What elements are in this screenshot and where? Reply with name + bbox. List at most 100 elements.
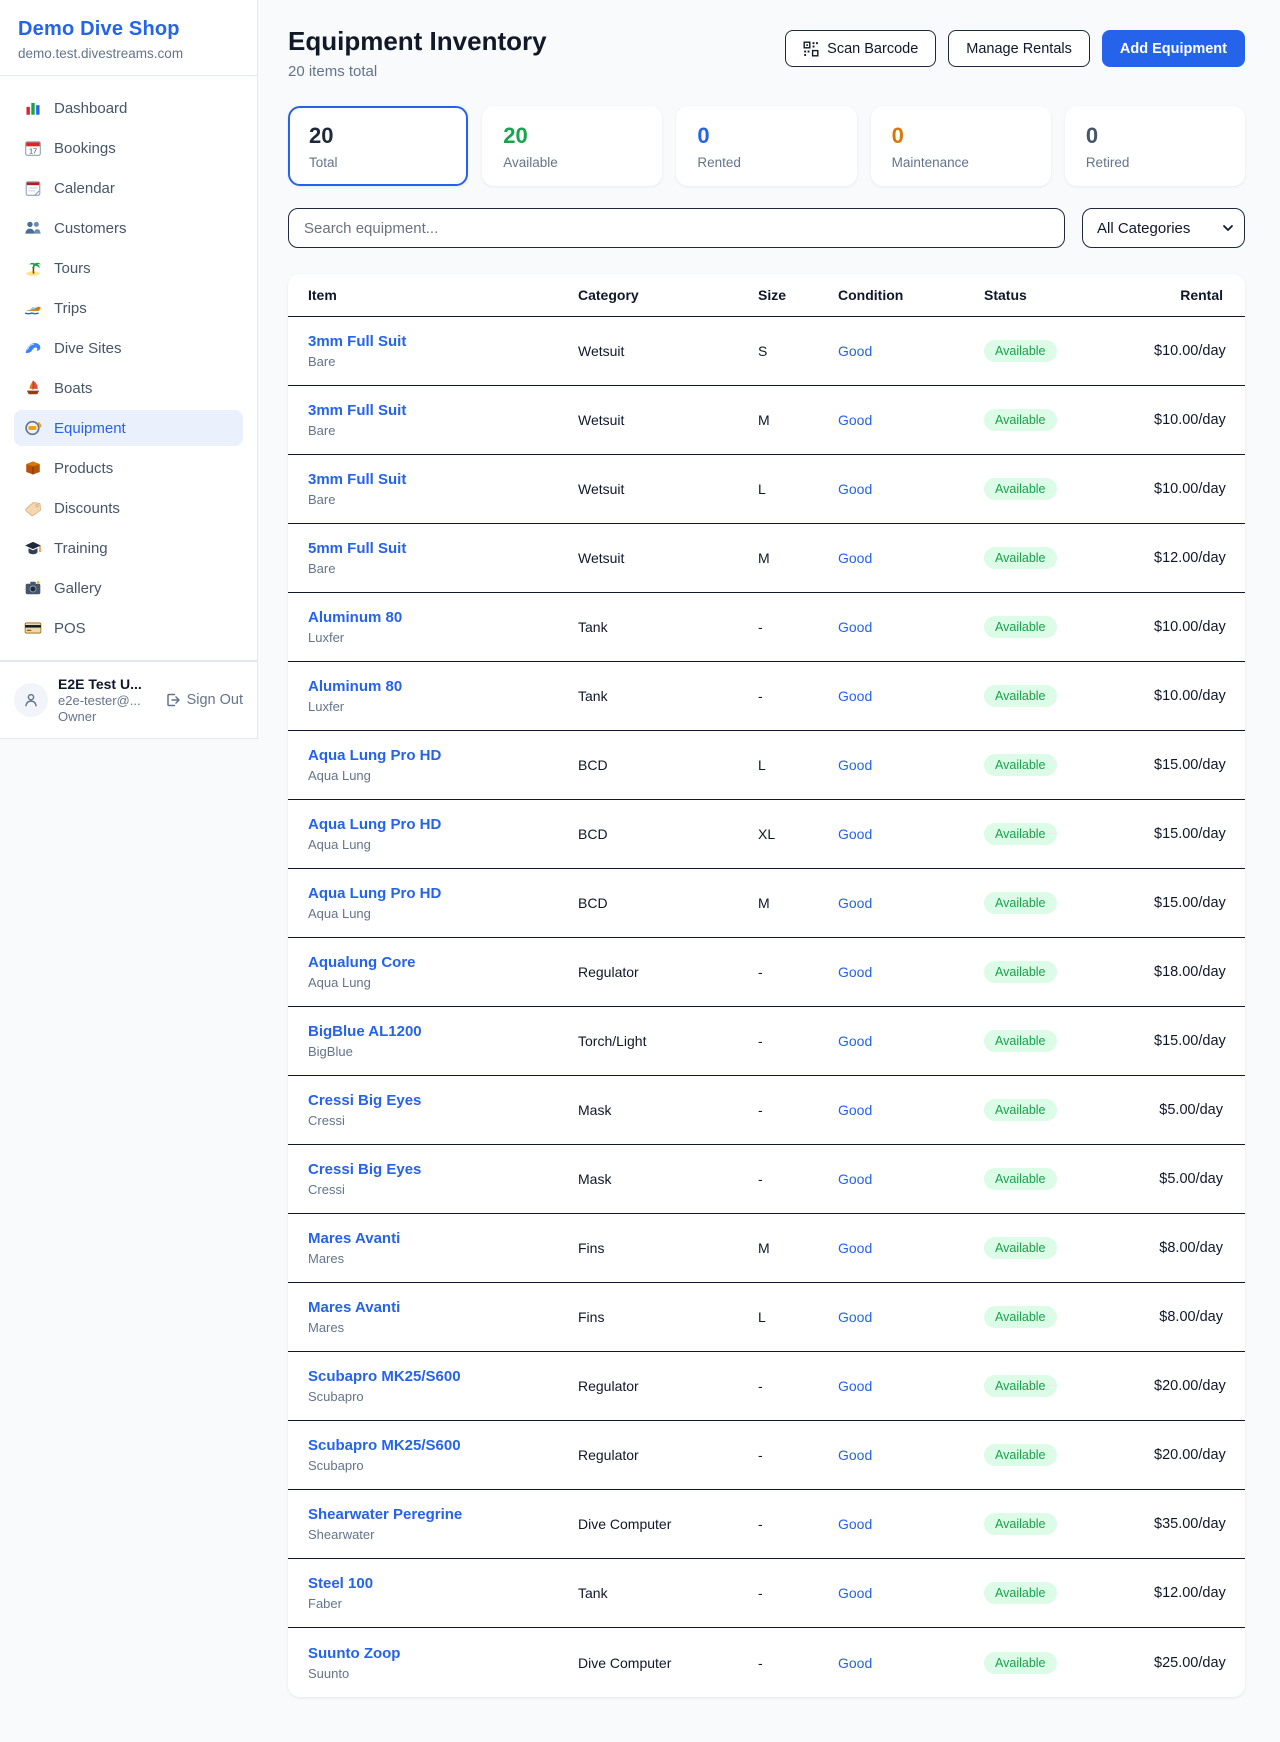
sidebar-item-label: Tours (54, 260, 91, 277)
item-condition-link[interactable]: Good (838, 1378, 984, 1394)
item-condition-link[interactable]: Good (838, 1309, 984, 1325)
item-condition-link[interactable]: Good (838, 826, 984, 842)
item-name-link[interactable]: Scubapro MK25/S600 (308, 1437, 578, 1454)
item-brand: Faber (308, 1596, 578, 1611)
table-row: Suunto Zoop Suunto Dive Computer - Good … (288, 1628, 1245, 1697)
stat-label: Total (309, 155, 447, 170)
sidebar-item-training[interactable]: Training (14, 530, 243, 566)
table-row: Aluminum 80 Luxfer Tank - Good Available… (288, 662, 1245, 731)
column-header-size: Size (758, 287, 838, 303)
products-icon (24, 459, 42, 477)
item-brand: Cressi (308, 1182, 578, 1197)
add-equipment-button[interactable]: Add Equipment (1102, 30, 1245, 67)
sidebar-item-products[interactable]: Products (14, 450, 243, 486)
item-condition-link[interactable]: Good (838, 1655, 984, 1671)
sign-out-button[interactable]: Sign Out (165, 692, 243, 708)
item-name-link[interactable]: 3mm Full Suit (308, 333, 578, 350)
item-condition-link[interactable]: Good (838, 964, 984, 980)
table-row: 5mm Full Suit Bare Wetsuit M Good Availa… (288, 524, 1245, 593)
item-name-link[interactable]: Aqualung Core (308, 954, 578, 971)
item-condition-link[interactable]: Good (838, 481, 984, 497)
item-condition-link[interactable]: Good (838, 550, 984, 566)
table-row: Mares Avanti Mares Fins M Good Available… (288, 1214, 1245, 1283)
item-name-link[interactable]: Shearwater Peregrine (308, 1506, 578, 1523)
item-condition-link[interactable]: Good (838, 1102, 984, 1118)
stat-card-retired[interactable]: 0 Retired (1065, 106, 1245, 186)
item-brand: Aqua Lung (308, 906, 578, 921)
item-name-link[interactable]: Aqua Lung Pro HD (308, 816, 578, 833)
sidebar-item-equipment[interactable]: Equipment (14, 410, 243, 446)
sidebar-item-customers[interactable]: Customers (14, 210, 243, 246)
search-input[interactable] (288, 208, 1065, 248)
item-name-link[interactable]: Scubapro MK25/S600 (308, 1368, 578, 1385)
table-row: Scubapro MK25/S600 Scubapro Regulator - … (288, 1421, 1245, 1490)
sidebar-item-tours[interactable]: Tours (14, 250, 243, 286)
item-name-link[interactable]: Aluminum 80 (308, 609, 578, 626)
item-name-link[interactable]: 5mm Full Suit (308, 540, 578, 557)
item-name-link[interactable]: Cressi Big Eyes (308, 1161, 578, 1178)
item-condition-link[interactable]: Good (838, 619, 984, 635)
item-condition-link[interactable]: Good (838, 1240, 984, 1256)
table-row: Mares Avanti Mares Fins L Good Available… (288, 1283, 1245, 1352)
sidebar-item-discounts[interactable]: Discounts (14, 490, 243, 526)
item-condition-link[interactable]: Good (838, 1033, 984, 1049)
item-size: - (758, 964, 838, 980)
sidebar-item-dive-sites[interactable]: Dive Sites (14, 330, 243, 366)
user-role: Owner (58, 709, 155, 724)
trips-icon (24, 299, 42, 317)
category-select[interactable]: All Categories (1082, 208, 1245, 248)
column-header-status: Status (984, 287, 1154, 303)
table-row: 3mm Full Suit Bare Wetsuit S Good Availa… (288, 317, 1245, 386)
scan-barcode-button[interactable]: Scan Barcode (785, 30, 936, 67)
item-condition-link[interactable]: Good (838, 688, 984, 704)
sidebar-item-bookings[interactable]: 17 Bookings (14, 130, 243, 166)
stat-card-rented[interactable]: 0 Rented (676, 106, 856, 186)
sidebar-item-dashboard[interactable]: Dashboard (14, 90, 243, 126)
item-name-link[interactable]: Aqua Lung Pro HD (308, 885, 578, 902)
sidebar-item-label: Trips (54, 300, 87, 317)
item-name-link[interactable]: 3mm Full Suit (308, 402, 578, 419)
stat-label: Rented (697, 155, 835, 170)
customers-icon (24, 219, 42, 237)
item-name-link[interactable]: BigBlue AL1200 (308, 1023, 578, 1040)
stat-label: Retired (1086, 155, 1224, 170)
item-condition-link[interactable]: Good (838, 343, 984, 359)
item-condition-link[interactable]: Good (838, 757, 984, 773)
item-condition-link[interactable]: Good (838, 1171, 984, 1187)
item-condition-link[interactable]: Good (838, 1585, 984, 1601)
stat-card-total[interactable]: 20 Total (288, 106, 468, 186)
item-rental-rate: $10.00/day (1154, 343, 1226, 359)
item-size: M (758, 895, 838, 911)
svg-text:17: 17 (29, 147, 37, 156)
stat-card-maintenance[interactable]: 0 Maintenance (871, 106, 1051, 186)
item-name-link[interactable]: Steel 100 (308, 1575, 578, 1592)
sidebar-item-boats[interactable]: Boats (14, 370, 243, 406)
manage-rentals-button[interactable]: Manage Rentals (948, 30, 1090, 67)
status-badge: Available (984, 1444, 1057, 1466)
item-name-link[interactable]: Suunto Zoop (308, 1645, 578, 1662)
stat-card-available[interactable]: 20 Available (482, 106, 662, 186)
item-brand: Scubapro (308, 1458, 578, 1473)
discounts-icon (24, 499, 42, 517)
sidebar-item-pos[interactable]: POS (14, 610, 243, 646)
sidebar-item-calendar[interactable]: Calendar (14, 170, 243, 206)
item-condition-link[interactable]: Good (838, 1516, 984, 1532)
sidebar-item-gallery[interactable]: Gallery (14, 570, 243, 606)
item-name-link[interactable]: Mares Avanti (308, 1230, 578, 1247)
item-category: Regulator (578, 964, 758, 980)
item-name-link[interactable]: Aqua Lung Pro HD (308, 747, 578, 764)
status-badge: Available (984, 823, 1057, 845)
item-name-link[interactable]: Mares Avanti (308, 1299, 578, 1316)
item-size: L (758, 1309, 838, 1325)
item-rental-rate: $15.00/day (1154, 895, 1226, 911)
item-name-link[interactable]: Cressi Big Eyes (308, 1092, 578, 1109)
item-brand: Bare (308, 492, 578, 507)
item-name-link[interactable]: Aluminum 80 (308, 678, 578, 695)
item-category: Regulator (578, 1447, 758, 1463)
item-condition-link[interactable]: Good (838, 1447, 984, 1463)
item-condition-link[interactable]: Good (838, 412, 984, 428)
item-name-link[interactable]: 3mm Full Suit (308, 471, 578, 488)
sidebar-item-trips[interactable]: Trips (14, 290, 243, 326)
item-condition-link[interactable]: Good (838, 895, 984, 911)
item-rental-rate: $20.00/day (1154, 1447, 1226, 1463)
